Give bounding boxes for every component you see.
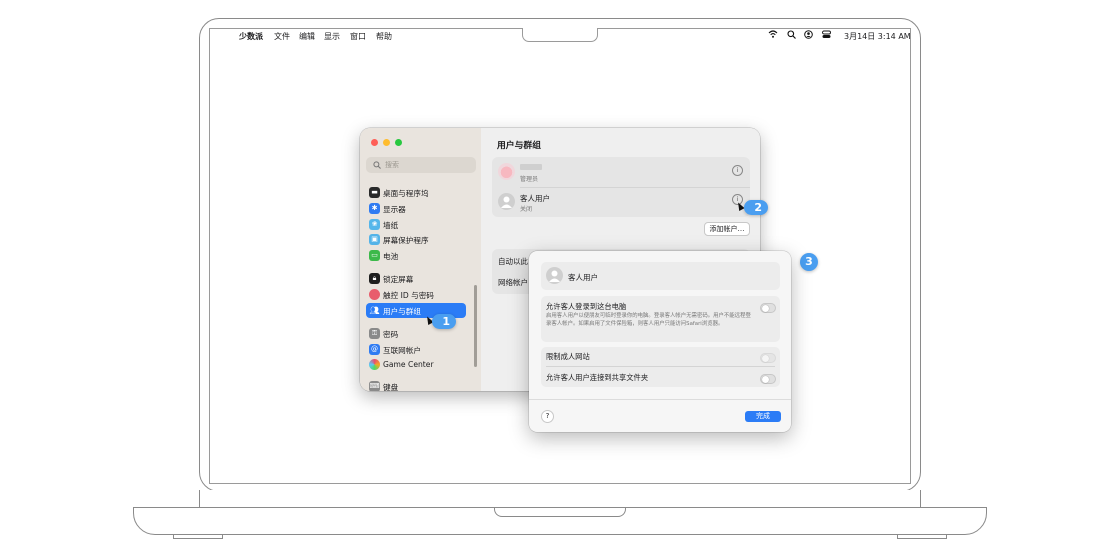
- screensaver-icon: ▣: [369, 234, 380, 245]
- guest-user-dialog: 客人用户 允许客人登录到这台电脑 启用客人用户以便朋友可临时登录你的电脑。登录客…: [529, 251, 791, 432]
- admin-avatar: [498, 163, 515, 180]
- menu-help[interactable]: 帮助: [376, 31, 392, 42]
- sidebar-item-label: 用户与群组: [383, 307, 421, 316]
- laptop-foot-left: [173, 535, 223, 539]
- sidebar: 搜索 ▬ 桌面与程序坞 ✱ 显示器 ❀ 墙纸 ▣ 屏幕保护程序 ▭ 电池 🔒︎ …: [360, 128, 482, 391]
- sidebar-item-label: 触控 ID 与密码: [383, 291, 434, 300]
- sidebar-item-passwords[interactable]: ⚿ 密码: [368, 327, 466, 341]
- wifi-icon[interactable]: [768, 30, 778, 40]
- sidebar-item-internet-accounts[interactable]: @ 互联网帐户: [368, 343, 466, 357]
- laptop-hinge: [199, 490, 921, 508]
- sidebar-item-touch-id[interactable]: 触控 ID 与密码: [368, 288, 466, 302]
- sidebar-item-label: 密码: [383, 330, 399, 339]
- users-icon: 👥︎: [369, 306, 380, 315]
- allow-login-toggle[interactable]: [760, 303, 776, 313]
- add-account-button[interactable]: 添加帐户…: [704, 222, 750, 236]
- sidebar-item-label: 键盘: [383, 383, 399, 391]
- menu-clock[interactable]: 3月14日 3:14 AM: [844, 31, 911, 42]
- step-callout-2: 2: [744, 200, 768, 215]
- done-button[interactable]: 完成: [745, 411, 781, 422]
- menu-edit[interactable]: 编辑: [299, 31, 315, 42]
- guest-header-card: 客人用户: [541, 262, 780, 290]
- control-center-icon[interactable]: [822, 30, 831, 41]
- allow-login-title: 允许客人登录到这台电脑: [546, 302, 627, 311]
- laptop-groove: [494, 507, 626, 517]
- guest-avatar: [546, 267, 563, 284]
- guest-avatar: [498, 193, 515, 210]
- sidebar-item-wallpaper[interactable]: ❀ 墙纸: [368, 218, 466, 232]
- battery-icon: ▭: [369, 250, 380, 261]
- dialog-guest-name: 客人用户: [568, 273, 598, 282]
- allow-login-card: 允许客人登录到这台电脑 启用客人用户以便朋友可临时登录你的电脑。登录客人帐户无需…: [541, 296, 780, 342]
- dialog-footer-divider: [529, 399, 791, 400]
- display-icon: ✱: [369, 203, 380, 214]
- sidebar-item-label: Game Center: [383, 360, 434, 369]
- users-list-card: 管理员 i 客人用户 关闭 i: [492, 157, 750, 217]
- sidebar-item-desktop-dock[interactable]: ▬ 桌面与程序坞: [368, 186, 466, 200]
- dock-icon: ▬: [369, 187, 380, 198]
- sidebar-item-label: 显示器: [383, 205, 406, 214]
- sidebar-search[interactable]: 搜索: [366, 157, 476, 173]
- page-title: 用户与群组: [497, 141, 541, 151]
- sidebar-item-label: 屏幕保护程序: [383, 236, 429, 245]
- sidebar-item-battery[interactable]: ▭ 电池: [368, 249, 466, 263]
- row-divider: [546, 366, 775, 367]
- menu-view[interactable]: 显示: [324, 31, 340, 42]
- sidebar-item-label: 互联网帐户: [383, 346, 421, 355]
- close-button[interactable]: [371, 139, 378, 146]
- fingerprint-icon: [369, 289, 380, 300]
- sidebar-item-label: 桌面与程序坞: [383, 189, 429, 198]
- zoom-button[interactable]: [395, 139, 402, 146]
- user-account-icon[interactable]: [804, 30, 813, 41]
- redacted-username: [520, 164, 542, 170]
- search-placeholder: 搜索: [385, 161, 399, 169]
- at-sign-icon: @: [369, 344, 380, 355]
- menu-bar: 少数派 文件 编辑 显示 窗口 帮助 3月14日 3:14 AM: [210, 29, 911, 43]
- sidebar-item-label: 墙纸: [383, 221, 399, 230]
- admin-info-icon[interactable]: i: [732, 165, 743, 176]
- restrict-adult-sites-toggle[interactable]: [760, 353, 776, 363]
- step-callout-3: 3: [800, 253, 818, 271]
- row-divider: [520, 187, 750, 188]
- admin-role: 管理员: [520, 176, 539, 183]
- menu-window[interactable]: 窗口: [350, 31, 366, 42]
- restrict-adult-sites-label: 限制成人网站: [546, 352, 590, 361]
- network-accounts-label: 网络帐户: [498, 278, 528, 287]
- minimize-button[interactable]: [383, 139, 390, 146]
- sidebar-item-lock-screen[interactable]: 🔒︎ 锁定屏幕: [368, 272, 466, 286]
- sidebar-item-screensaver[interactable]: ▣ 屏幕保护程序: [368, 233, 466, 247]
- sidebar-scrollbar[interactable]: [474, 285, 477, 367]
- guest-restrictions-card: 限制成人网站 允许客人用户连接到共享文件夹: [541, 347, 780, 387]
- sidebar-item-label: 电池: [383, 252, 399, 261]
- sidebar-item-displays[interactable]: ✱ 显示器: [368, 202, 466, 216]
- sidebar-item-keyboard[interactable]: ⌨ 键盘: [368, 380, 466, 391]
- lock-icon: 🔒︎: [369, 273, 380, 284]
- step-callout-1: 1: [432, 314, 456, 329]
- wallpaper-icon: ❀: [369, 219, 380, 230]
- search-icon: [373, 159, 381, 172]
- allow-shared-folders-toggle[interactable]: [760, 374, 776, 384]
- game-center-icon: [369, 359, 380, 370]
- key-icon: ⚿: [369, 328, 380, 339]
- keyboard-icon: ⌨: [369, 381, 380, 391]
- guest-status: 关闭: [520, 206, 533, 213]
- spotlight-search-icon[interactable]: [787, 30, 796, 41]
- menu-app-name[interactable]: 少数派: [239, 31, 263, 42]
- guest-name: 客人用户: [520, 194, 550, 203]
- help-button[interactable]: ?: [541, 410, 554, 423]
- allow-login-description: 启用客人用户以便朋友可临时登录你的电脑。登录客人帐户无需密码。用户不能远程登录客…: [546, 313, 751, 327]
- laptop-foot-right: [897, 535, 947, 539]
- sidebar-item-game-center[interactable]: Game Center: [368, 358, 466, 372]
- menu-file[interactable]: 文件: [274, 31, 290, 42]
- auto-login-label: 自动以此: [498, 257, 528, 266]
- sidebar-item-label: 锁定屏幕: [383, 275, 414, 284]
- allow-shared-folders-label: 允许客人用户连接到共享文件夹: [546, 373, 649, 382]
